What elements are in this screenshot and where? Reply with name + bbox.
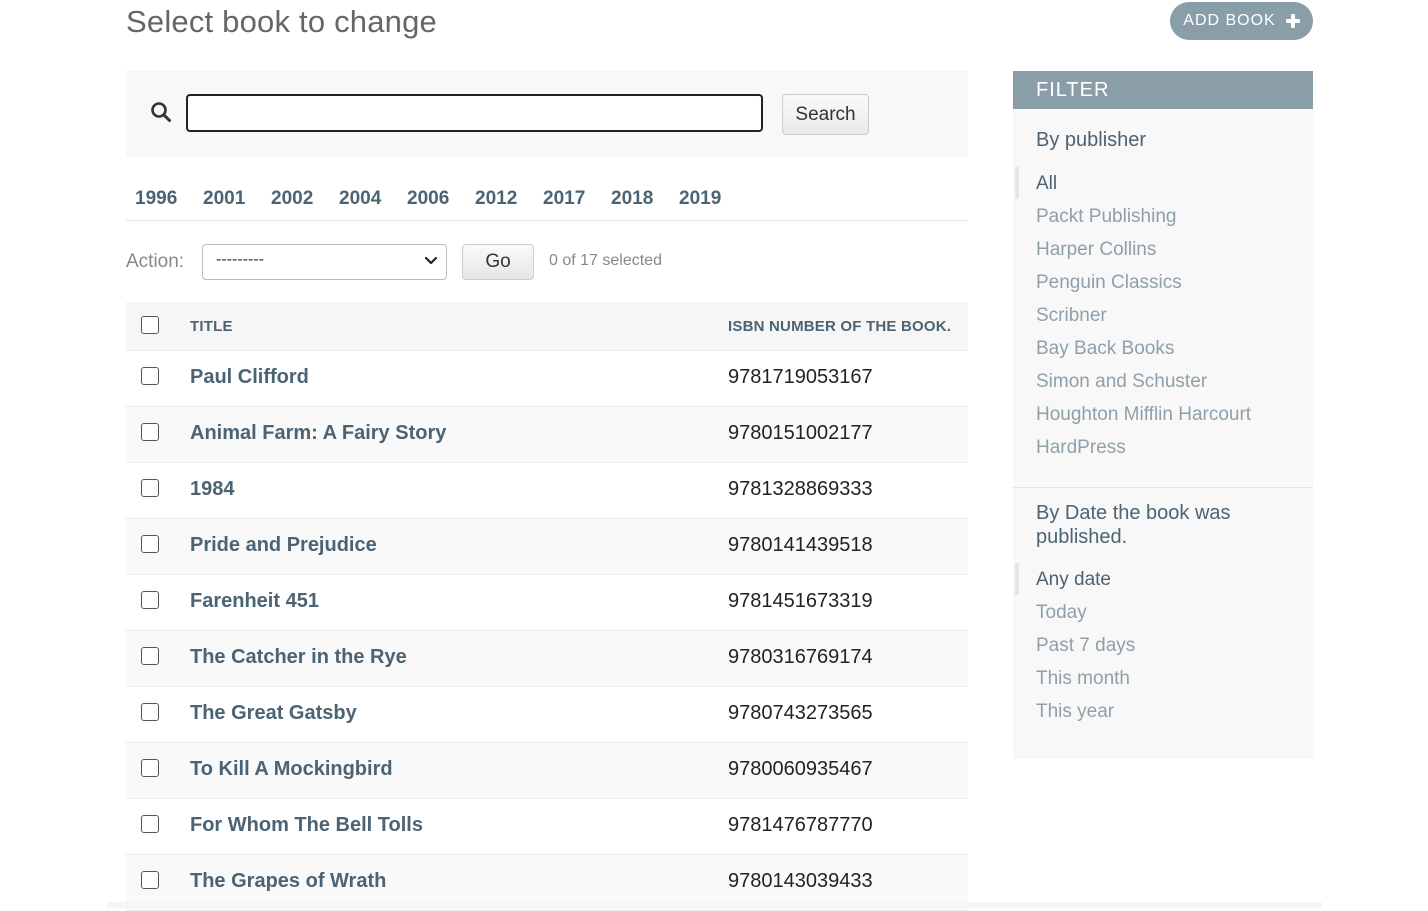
filter-heading: FILTER [1013,71,1313,109]
filter-date-title: By Date the book was published. [1036,502,1231,548]
date-link-2012[interactable]: 2012 [475,188,517,210]
add-book-label: ADD BOOK [1183,12,1276,29]
row-checkbox[interactable] [141,591,159,609]
search-button[interactable]: Search [782,94,869,135]
row-checkbox[interactable] [141,871,159,889]
action-label: Action: [126,251,185,272]
search-bar: Search [126,71,968,157]
row-checkbox[interactable] [141,703,159,721]
action-select-value: --------- [216,251,264,268]
filter-option-today[interactable]: Today [1036,602,1087,624]
filter-option-this-year[interactable]: This year [1036,701,1114,723]
filter-option-past-7-days[interactable]: Past 7 days [1036,635,1135,657]
book-title-link[interactable]: Farenheit 451 [190,590,319,613]
select-all-checkbox[interactable] [141,316,159,334]
book-title-link[interactable]: 1984 [190,478,235,501]
isbn-cell: 9781451673319 [728,590,873,612]
add-book-button[interactable]: ADD BOOK [1170,2,1313,40]
isbn-cell: 9780743273565 [728,702,873,724]
isbn-cell: 9780151002177 [728,422,873,444]
book-title-link[interactable]: To Kill A Mockingbird [190,758,393,781]
table-row: Paul Clifford 9781719053167 [126,351,968,407]
filter-option-any-date[interactable]: Any date [1036,569,1111,591]
action-select[interactable]: --------- [202,244,447,280]
row-checkbox[interactable] [141,367,159,385]
search-input[interactable] [186,94,763,132]
table-row: For Whom The Bell Tolls 9781476787770 [126,799,968,855]
filter-option-packt-publishing[interactable]: Packt Publishing [1036,206,1176,228]
isbn-cell: 9780141439518 [728,534,873,556]
results-table: TITLE ISBN NUMBER OF THE BOOK. Paul Clif… [126,302,968,911]
table-row: The Catcher in the Rye 9780316769174 [126,631,968,687]
search-icon [151,102,171,122]
date-link-2001[interactable]: 2001 [203,188,245,210]
page-bottom-edge [107,902,1322,908]
plus-icon [1285,14,1300,28]
row-checkbox[interactable] [141,815,159,833]
table-row: 1984 9781328869333 [126,463,968,519]
date-link-2019[interactable]: 2019 [679,188,721,210]
date-link-2006[interactable]: 2006 [407,188,449,210]
page-title: Select book to change [126,4,437,39]
selected-marker [1015,563,1019,595]
filter-option-penguin-classics[interactable]: Penguin Classics [1036,272,1182,294]
isbn-cell: 9781719053167 [728,366,873,388]
filter-sidebar: FILTER By publisher All Packt Publishing… [1013,71,1313,759]
row-checkbox[interactable] [141,479,159,497]
filter-divider [1013,487,1313,488]
column-header-isbn[interactable]: ISBN NUMBER OF THE BOOK. [728,318,951,335]
filter-option-harper-collins[interactable]: Harper Collins [1036,239,1156,261]
table-row: The Great Gatsby 9780743273565 [126,687,968,743]
book-title-link[interactable]: The Grapes of Wrath [190,870,386,893]
filter-option-bay-back-books[interactable]: Bay Back Books [1036,338,1174,360]
table-row: Farenheit 451 9781451673319 [126,575,968,631]
date-link-1996[interactable]: 1996 [135,188,177,210]
book-title-link[interactable]: The Catcher in the Rye [190,646,407,669]
table-row: Animal Farm: A Fairy Story 9780151002177 [126,407,968,463]
row-checkbox[interactable] [141,423,159,441]
row-checkbox[interactable] [141,535,159,553]
book-title-link[interactable]: For Whom The Bell Tolls [190,814,423,837]
table-row: Pride and Prejudice 9780141439518 [126,519,968,575]
date-link-2018[interactable]: 2018 [611,188,653,210]
filter-option-all[interactable]: All [1036,173,1057,195]
table-header: TITLE ISBN NUMBER OF THE BOOK. [126,302,968,351]
column-header-title[interactable]: TITLE [190,318,233,335]
isbn-cell: 9780060935467 [728,758,873,780]
filter-publisher-title: By publisher [1036,129,1147,151]
filter-option-this-month[interactable]: This month [1036,668,1130,690]
chevron-down-icon [424,256,438,265]
table-row: To Kill A Mockingbird 9780060935467 [126,743,968,799]
filter-option-hardpress[interactable]: HardPress [1036,437,1126,459]
row-checkbox[interactable] [141,759,159,777]
date-link-2002[interactable]: 2002 [271,188,313,210]
selected-marker [1015,167,1019,199]
book-title-link[interactable]: The Great Gatsby [190,702,357,725]
go-button[interactable]: Go [462,244,534,280]
filter-option-simon-and-schuster[interactable]: Simon and Schuster [1036,371,1207,393]
filter-option-scribner[interactable]: Scribner [1036,305,1107,327]
book-title-link[interactable]: Animal Farm: A Fairy Story [190,422,446,445]
date-link-2017[interactable]: 2017 [543,188,585,210]
isbn-cell: 9780316769174 [728,646,873,668]
date-link-2004[interactable]: 2004 [339,188,381,210]
selection-counter: 0 of 17 selected [549,252,662,269]
isbn-cell: 9781328869333 [728,478,873,500]
book-title-link[interactable]: Pride and Prejudice [190,534,377,557]
book-title-link[interactable]: Paul Clifford [190,366,309,389]
row-checkbox[interactable] [141,647,159,665]
date-hierarchy: 1996 2001 2002 2004 2006 2012 2017 2018 … [126,186,968,221]
filter-option-houghton-mifflin-harcourt[interactable]: Houghton Mifflin Harcourt [1036,404,1251,426]
isbn-cell: 9780143039433 [728,870,873,892]
isbn-cell: 9781476787770 [728,814,873,836]
